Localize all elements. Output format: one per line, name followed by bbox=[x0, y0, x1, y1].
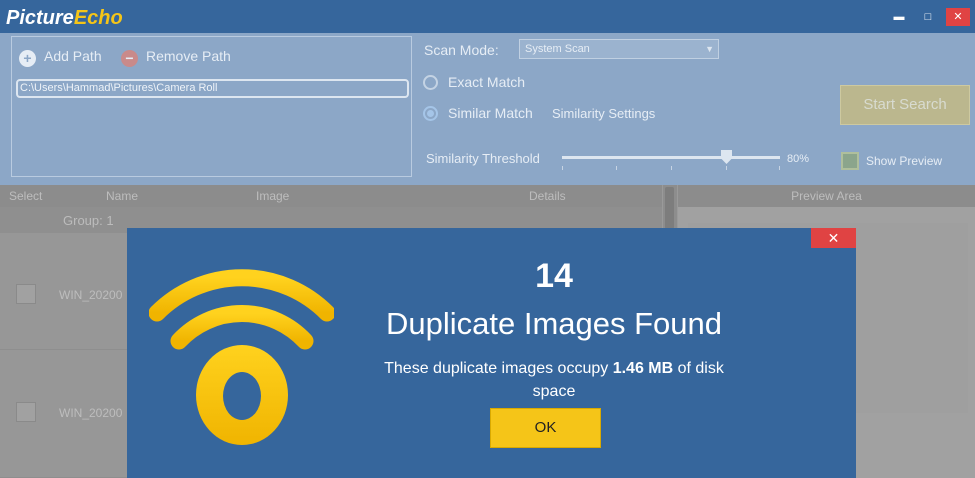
similarity-threshold-slider[interactable] bbox=[562, 156, 780, 159]
column-header-name[interactable]: Name bbox=[106, 189, 138, 203]
dialog-message: These duplicate images occupy 1.46 MB of… bbox=[379, 357, 729, 403]
chevron-down-icon: ▼ bbox=[705, 44, 714, 54]
row-select-checkbox[interactable] bbox=[16, 284, 36, 304]
scrollbar-thumb[interactable] bbox=[665, 187, 674, 229]
settings-panel: + Add Path − Remove Path C:\Users\Hammad\P… bbox=[0, 33, 975, 185]
path-box: + Add Path − Remove Path C:\Users\Hammad\P… bbox=[11, 36, 412, 177]
scan-mode-value: System Scan bbox=[525, 43, 590, 55]
row-select-checkbox[interactable] bbox=[16, 402, 36, 422]
remove-path-label: Remove Path bbox=[146, 48, 231, 64]
similarity-threshold-label: Similarity Threshold bbox=[426, 151, 540, 166]
grid-header: Select Name Image Details bbox=[0, 185, 662, 207]
exact-match-label: Exact Match bbox=[448, 74, 526, 90]
pictureecho-signal-logo-icon bbox=[149, 269, 334, 445]
dialog-message-prefix: These duplicate images occupy bbox=[384, 360, 613, 377]
close-window-button[interactable]: ✕ bbox=[946, 8, 970, 26]
slider-tick bbox=[616, 166, 617, 170]
exact-match-radio[interactable] bbox=[423, 75, 438, 90]
slider-thumb[interactable] bbox=[721, 150, 732, 164]
slider-tick bbox=[562, 166, 563, 170]
start-search-button[interactable]: Start Search bbox=[840, 85, 970, 125]
minus-icon: − bbox=[121, 50, 138, 67]
dialog-title: Duplicate Images Found bbox=[385, 306, 723, 341]
remove-path-button[interactable]: − Remove Path bbox=[121, 46, 231, 67]
duplicates-found-dialog: ✕ 14 Duplicate Images Found These duplic… bbox=[127, 228, 856, 478]
row-name: WIN_20200 bbox=[59, 406, 123, 420]
duplicate-size: 1.46 MB bbox=[612, 360, 674, 377]
similarity-settings-link[interactable]: Similarity Settings bbox=[552, 105, 655, 123]
row-name: WIN_20200 bbox=[59, 288, 123, 302]
path-list-item[interactable]: C:\Users\Hammad\Pictures\Camera Roll bbox=[16, 79, 409, 98]
add-path-label: Add Path bbox=[44, 48, 102, 64]
ok-button[interactable]: OK bbox=[490, 408, 601, 448]
title-bar: PictureEcho ▬ □ ✕ bbox=[0, 0, 975, 33]
column-header-select[interactable]: Select bbox=[9, 189, 42, 203]
maximize-button[interactable]: □ bbox=[917, 8, 939, 26]
slider-tick bbox=[726, 166, 727, 170]
slider-tick bbox=[671, 166, 672, 170]
slider-tick bbox=[779, 166, 780, 170]
show-preview-label: Show Preview bbox=[866, 154, 943, 168]
similar-match-radio[interactable] bbox=[423, 106, 438, 121]
add-path-button[interactable]: + Add Path bbox=[19, 46, 102, 67]
preview-area-header: Preview Area bbox=[678, 185, 975, 207]
threshold-value: 80% bbox=[787, 153, 810, 165]
app-logo: PictureEcho bbox=[6, 7, 123, 29]
scan-mode-label: Scan Mode: bbox=[424, 42, 499, 58]
dialog-close-button[interactable]: ✕ bbox=[811, 228, 856, 248]
show-preview-checkbox[interactable] bbox=[841, 152, 859, 170]
column-header-image[interactable]: Image bbox=[256, 189, 289, 203]
group-label: Group: 1 bbox=[63, 213, 114, 228]
plus-icon: + bbox=[19, 50, 36, 67]
minimize-button[interactable]: ▬ bbox=[888, 8, 910, 26]
column-header-details[interactable]: Details bbox=[529, 189, 566, 203]
scan-mode-select[interactable]: System Scan ▼ bbox=[519, 39, 719, 59]
similar-match-label: Similar Match bbox=[448, 105, 533, 121]
duplicate-count: 14 bbox=[535, 257, 573, 295]
app-title-part1: Picture bbox=[6, 7, 74, 29]
app-title-part2: Echo bbox=[73, 7, 123, 29]
